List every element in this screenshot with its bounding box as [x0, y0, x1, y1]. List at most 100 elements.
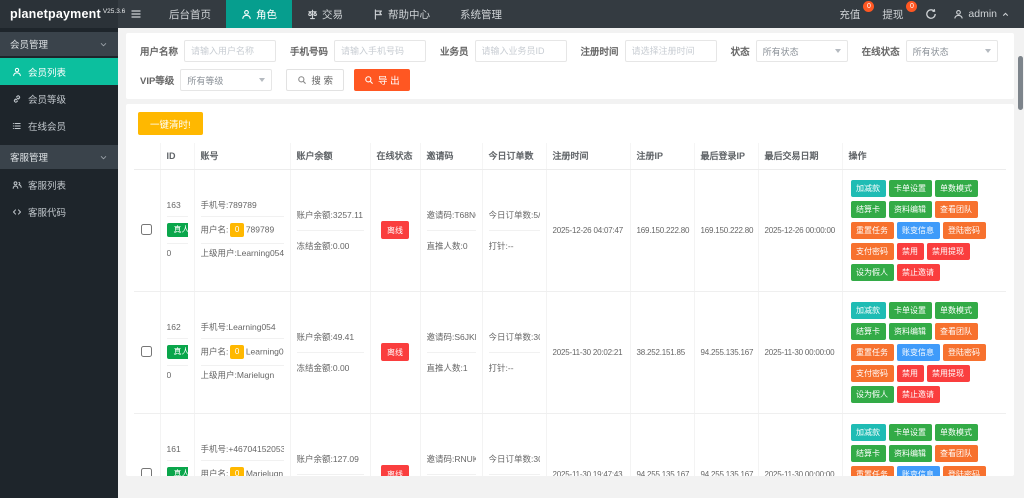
- phone-input[interactable]: [334, 40, 427, 62]
- register-ip: 38.252.151.85: [630, 291, 695, 414]
- action-button[interactable]: 卡单设置: [888, 301, 932, 319]
- sidebar-item[interactable]: 客服列表: [0, 171, 118, 198]
- filter-vip: VIP等级 所有等级: [140, 69, 273, 91]
- action-button[interactable]: 卡单设置: [888, 423, 932, 441]
- member-username-line: 用户名:0Learning054: [200, 339, 284, 366]
- nav-tab-1[interactable]: 角色: [226, 0, 292, 28]
- member-table-panel: 一键清时! ID 账号 账户余额 在线状态 邀请码 今日订单数 注册时间 注册IP 最后登录IP…: [126, 104, 1014, 476]
- action-button[interactable]: 账变信息: [896, 465, 940, 476]
- last-login-ip: 94.255.135.167: [694, 291, 759, 414]
- action-button[interactable]: 结算卡: [850, 444, 886, 462]
- table-header-row: ID 账号 账户余额 在线状态 邀请码 今日订单数 注册时间 注册IP 最后登录IP 最后交易日期…: [134, 143, 1006, 170]
- action-button[interactable]: 禁止邀请: [896, 263, 940, 281]
- clear-button[interactable]: 一键清时!: [138, 112, 203, 135]
- member-phone: 手机号:+46704152053: [200, 440, 284, 462]
- sidebar-item[interactable]: 会员列表: [0, 58, 118, 85]
- nav-tab-2[interactable]: 交易: [292, 0, 358, 28]
- action-button[interactable]: 单数模式: [934, 423, 978, 441]
- row-checkbox[interactable]: [141, 345, 153, 357]
- action-button[interactable]: 查看团队: [934, 444, 978, 462]
- refresh-icon[interactable]: [925, 8, 937, 20]
- action-button[interactable]: 登陆密码: [942, 343, 986, 361]
- sidebar-item[interactable]: 客服代码: [0, 198, 118, 225]
- action-button[interactable]: 卡单设置: [888, 179, 932, 197]
- today-orders: 今日订单数:30/30: [488, 444, 540, 475]
- action-button[interactable]: 查看团队: [934, 322, 978, 340]
- action-button[interactable]: 账变信息: [896, 343, 940, 361]
- filter-online-status: 在线状态 所有状态: [862, 40, 998, 62]
- inject-value: 打针:--: [489, 475, 540, 477]
- action-button[interactable]: 加减款: [850, 301, 886, 319]
- action-button[interactable]: 设为假人: [850, 263, 894, 281]
- member-id: 161: [166, 440, 188, 462]
- action-button[interactable]: 禁用提现: [926, 242, 970, 260]
- real-user-badge: 真人: [166, 222, 188, 238]
- action-button[interactable]: 支付密码: [850, 364, 894, 382]
- withdraw-link[interactable]: 提现 0: [882, 0, 918, 22]
- action-button[interactable]: 加减款: [850, 179, 886, 197]
- action-button[interactable]: 支付密码: [850, 242, 894, 260]
- sidebar-item[interactable]: 在线会员: [0, 112, 118, 139]
- action-button[interactable]: 登陆密码: [942, 465, 986, 476]
- action-button[interactable]: 结算卡: [850, 200, 886, 218]
- register-ip: 169.150.222.80: [630, 169, 695, 292]
- action-button[interactable]: 单数模式: [934, 301, 978, 319]
- action-button[interactable]: 禁用: [896, 364, 924, 382]
- sidebar-group-1[interactable]: 客服管理: [0, 145, 118, 169]
- phone-label: 手机号码: [290, 47, 329, 58]
- today-orders: 今日订单数:5/30: [488, 200, 540, 231]
- scrollbar-thumb[interactable]: [1018, 56, 1023, 110]
- person-icon: [954, 9, 964, 19]
- action-button[interactable]: 资料编辑: [888, 322, 932, 340]
- column-header: 操作: [842, 143, 1006, 170]
- status-select[interactable]: 所有状态: [755, 40, 848, 62]
- recharge-link[interactable]: 充值 0: [839, 0, 875, 22]
- action-button[interactable]: 禁止邀请: [896, 385, 940, 403]
- action-button[interactable]: 加减款: [850, 423, 886, 441]
- action-button[interactable]: 禁用提现: [926, 364, 970, 382]
- search-button[interactable]: 搜 索: [286, 69, 344, 91]
- online-status-select-value: 所有状态: [912, 46, 949, 57]
- username-input[interactable]: [184, 40, 277, 62]
- action-button[interactable]: 查看团队: [934, 200, 978, 218]
- user-icon: [241, 9, 252, 20]
- action-buttons: 加减款卡单设置单数模式结算卡资料编辑查看团队重置任务账变信息登陆密码支付密码禁用…: [849, 420, 1001, 476]
- member-table-body: 163 真人 0 手机号:789789 用户名:0789789 上级用户:Lea…: [134, 169, 1006, 476]
- member-parent: 上级用户:Marielugn: [200, 370, 275, 381]
- column-header: 注册IP: [630, 143, 695, 170]
- online-status-label: 在线状态: [861, 47, 900, 58]
- nav-tab-4[interactable]: 系统管理: [445, 0, 517, 28]
- action-button[interactable]: 账变信息: [896, 221, 940, 239]
- sidebar-group-0[interactable]: 会员管理: [0, 32, 118, 56]
- online-status-select[interactable]: 所有状态: [905, 40, 998, 62]
- action-button[interactable]: 重置任务: [850, 221, 894, 239]
- row-checkbox[interactable]: [141, 467, 153, 476]
- salesman-input[interactable]: [474, 40, 567, 62]
- vip-select-value: 所有等级: [187, 75, 224, 86]
- action-button[interactable]: 重置任务: [850, 343, 894, 361]
- vip-select[interactable]: 所有等级: [180, 69, 273, 91]
- action-button[interactable]: 资料编辑: [888, 444, 932, 462]
- action-button[interactable]: 结算卡: [850, 322, 886, 340]
- link-icon: [12, 94, 22, 104]
- member-frozen: 冻结金额:0.00: [296, 362, 350, 373]
- username-label: admin: [968, 8, 997, 20]
- row-checkbox[interactable]: [141, 223, 153, 235]
- sidebar-item[interactable]: 会员等级: [0, 85, 118, 112]
- action-button[interactable]: 重置任务: [850, 465, 894, 476]
- action-button[interactable]: 单数模式: [934, 179, 978, 197]
- nav-tabs: 后台首页 角色 交易 帮助中心 系统管理: [154, 0, 517, 28]
- nav-tab-3[interactable]: 帮助中心: [358, 0, 445, 28]
- chevron-down-icon: [259, 78, 266, 82]
- action-button[interactable]: 登陆密码: [942, 221, 986, 239]
- direct-count: 直推人数:1: [427, 475, 476, 477]
- nav-tab-0[interactable]: 后台首页: [154, 0, 226, 28]
- member-id: 162: [166, 318, 188, 340]
- action-button[interactable]: 设为假人: [850, 385, 894, 403]
- withdraw-badge: 0: [906, 0, 918, 12]
- action-button[interactable]: 禁用: [896, 242, 924, 260]
- action-button[interactable]: 资料编辑: [888, 200, 932, 218]
- export-button[interactable]: 导 出: [353, 69, 410, 91]
- user-menu[interactable]: admin: [953, 8, 1010, 20]
- regtime-input[interactable]: [624, 40, 717, 62]
